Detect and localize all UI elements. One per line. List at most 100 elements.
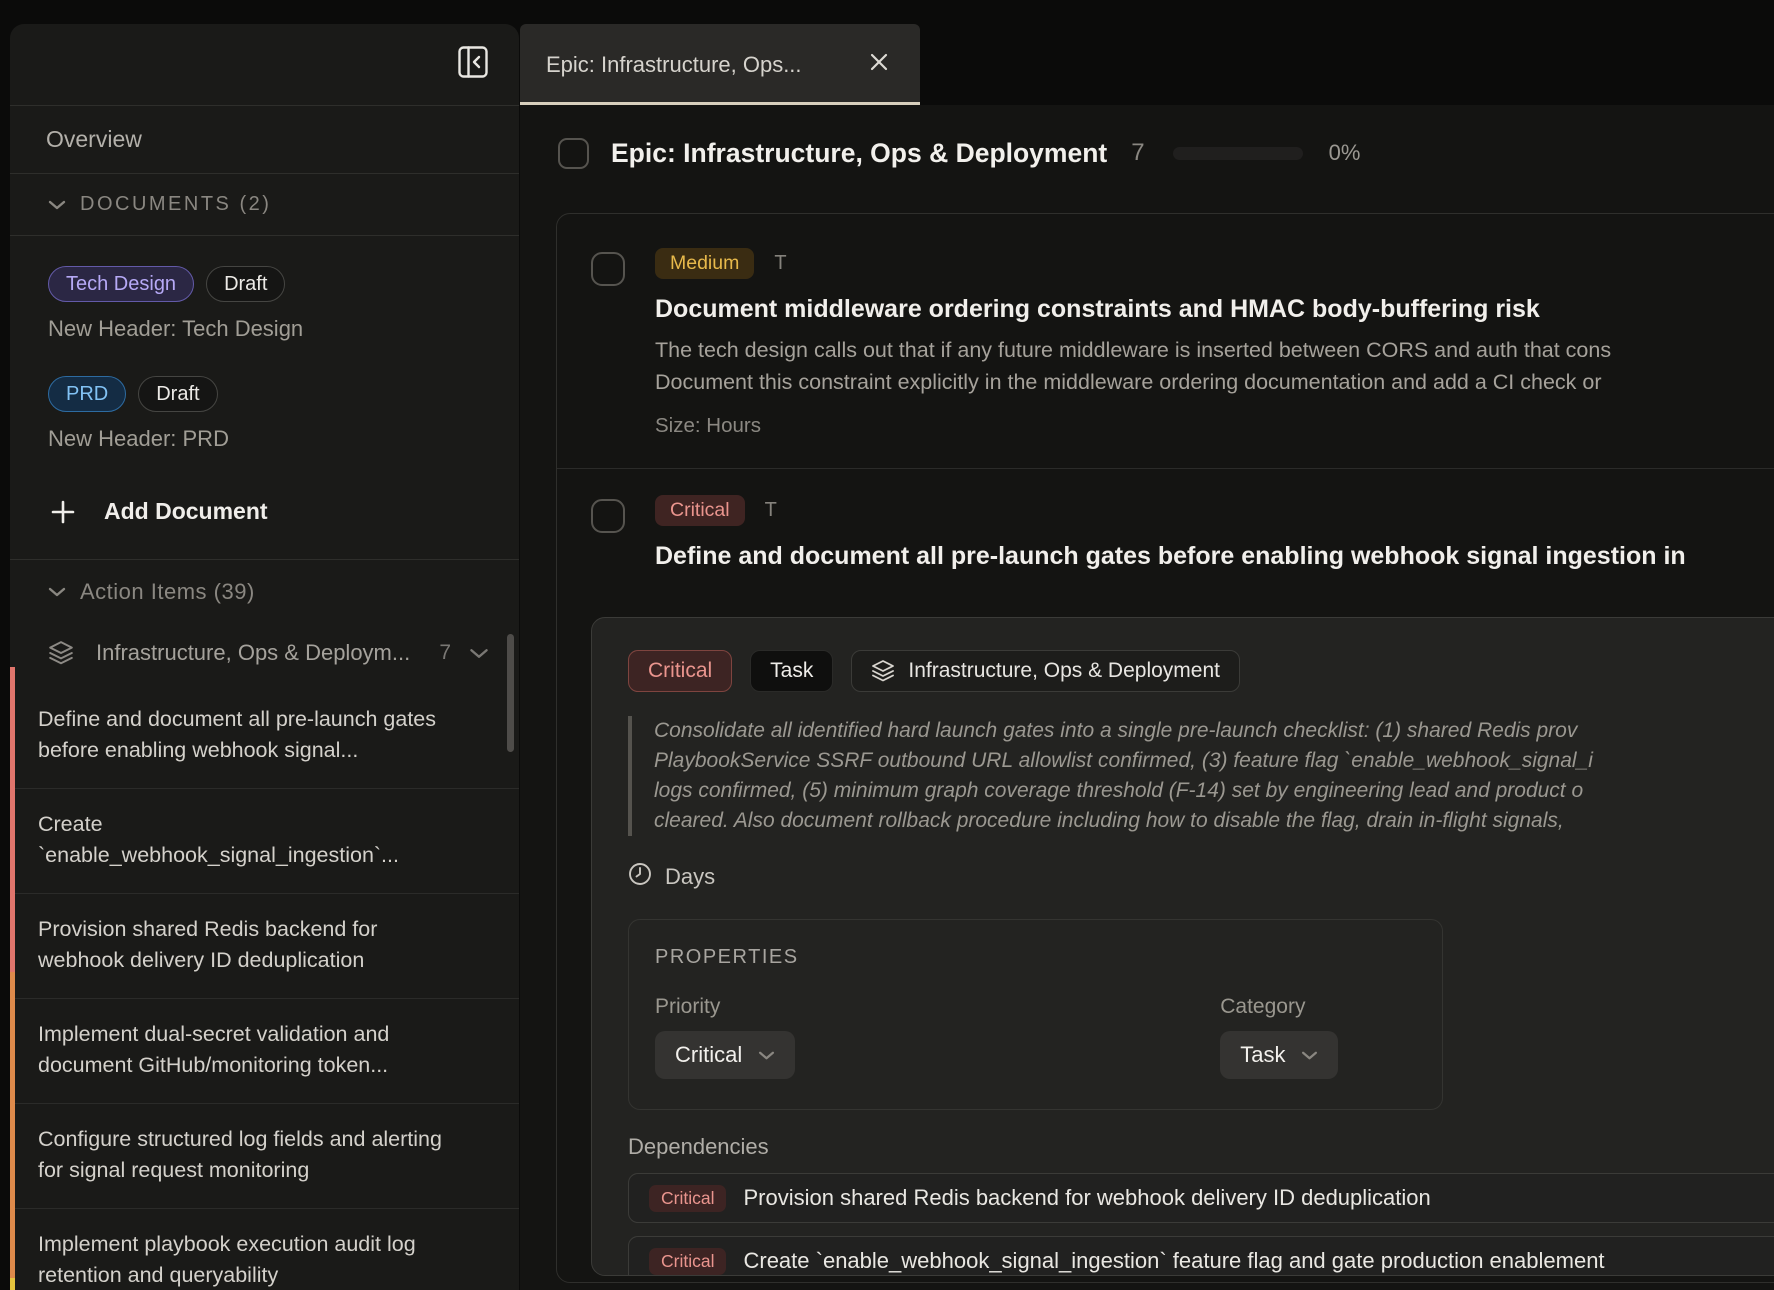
- detail-type-badge[interactable]: Task: [750, 650, 833, 692]
- epic-task-count: 7: [1131, 139, 1144, 167]
- action-item[interactable]: Implement playbook execution audit log r…: [10, 1209, 519, 1290]
- sidebar: Overview DOCUMENTS (2) Tech Design Draft…: [10, 24, 519, 1290]
- quote-line: Consolidate all identified hard launch g…: [654, 716, 1774, 746]
- documents-section-label: DOCUMENTS (2): [80, 193, 271, 216]
- dependency-item[interactable]: Critical Provision shared Redis backend …: [628, 1173, 1774, 1223]
- action-item[interactable]: Provision shared Redis backend for webho…: [10, 894, 519, 999]
- action-item[interactable]: Configure structured log fields and aler…: [10, 1104, 519, 1209]
- task-title[interactable]: Document middleware ordering constraints…: [655, 295, 1611, 324]
- layers-icon: [48, 640, 74, 666]
- task-description-line: Document this constraint explicitly in t…: [655, 366, 1611, 398]
- layers-icon: [871, 659, 895, 683]
- category-dropdown-value: Task: [1240, 1042, 1285, 1068]
- epic-progress-bar: [1173, 147, 1303, 160]
- action-item-title: Implement playbook execution audit log r…: [38, 1229, 448, 1290]
- epic-progress-percent: 0%: [1329, 140, 1361, 166]
- task-checkbox[interactable]: [591, 252, 625, 286]
- priority-strip-medium: [10, 1278, 15, 1290]
- task-card[interactable]: Medium T Document middleware ordering co…: [557, 214, 1774, 468]
- action-item-title: Define and document all pre-launch gates…: [38, 704, 448, 766]
- sidebar-header: [10, 24, 519, 106]
- priority-strip-column: [10, 667, 15, 1290]
- action-items-section-header[interactable]: Action Items (39): [10, 560, 519, 624]
- priority-dropdown-value: Critical: [675, 1042, 742, 1068]
- tab-epic[interactable]: Epic: Infrastructure, Ops...: [520, 24, 920, 105]
- detail-epic-badge[interactable]: Infrastructure, Ops & Deployment: [851, 650, 1240, 692]
- epic-group-count: 7: [439, 641, 451, 665]
- priority-dropdown[interactable]: Critical: [655, 1031, 795, 1079]
- properties-header: PROPERTIES: [655, 946, 1416, 969]
- epic-header: Epic: Infrastructure, Ops & Deployment 7…: [558, 131, 1774, 175]
- doc-title[interactable]: New Header: PRD: [48, 426, 483, 452]
- main-content: Epic: Infrastructure, Ops & Deployment 7…: [520, 105, 1774, 1290]
- epic-title: Epic: Infrastructure, Ops & Deployment: [611, 138, 1107, 169]
- chevron-down-icon: [48, 586, 66, 598]
- action-item[interactable]: Implement dual-secret validation and doc…: [10, 999, 519, 1104]
- clock-icon: [628, 862, 652, 891]
- properties-box: PROPERTIES Priority Critical: [628, 919, 1443, 1110]
- doc-type-badge: PRD: [48, 376, 126, 412]
- dependency-title: Create `enable_webhook_signal_ingestion`…: [743, 1248, 1604, 1274]
- category-dropdown[interactable]: Task: [1220, 1031, 1338, 1079]
- collapse-sidebar-icon: [458, 46, 488, 83]
- priority-badge: Critical: [655, 495, 745, 526]
- task-detail-panel: Critical Task Infrastructure, Ops & Depl…: [591, 617, 1774, 1276]
- collapse-sidebar-button[interactable]: [457, 48, 489, 80]
- close-icon: [868, 51, 890, 78]
- quote-line: cleared. Also document rollback procedur…: [654, 806, 1774, 836]
- task-type-letter: T: [765, 499, 777, 522]
- dependency-title: Provision shared Redis backend for webho…: [743, 1185, 1430, 1211]
- action-item-title: Provision shared Redis backend for webho…: [38, 914, 448, 976]
- detail-priority-badge[interactable]: Critical: [628, 650, 732, 692]
- dependency-priority-badge: Critical: [649, 1185, 726, 1212]
- task-card[interactable]: Critical T Define and document all pre-l…: [557, 469, 1774, 617]
- add-document-button[interactable]: Add Document: [48, 486, 483, 553]
- epic-group-label: Infrastructure, Ops & Deploym...: [96, 640, 410, 666]
- tab-title: Epic: Infrastructure, Ops...: [546, 52, 802, 78]
- doc-status-badge: Draft: [206, 266, 285, 302]
- document-item[interactable]: PRD Draft New Header: PRD: [48, 376, 483, 452]
- category-property-label: Category: [1220, 995, 1338, 1019]
- sidebar-item-overview[interactable]: Overview: [10, 106, 519, 174]
- quote-line: PlaybookService SSRF outbound URL allowl…: [654, 746, 1774, 776]
- action-item-title: Configure structured log fields and aler…: [38, 1124, 448, 1186]
- chevron-down-icon: [1301, 1050, 1318, 1061]
- close-tab-button[interactable]: [864, 47, 894, 82]
- priority-property-label: Priority: [655, 995, 795, 1019]
- epic-group-row[interactable]: Infrastructure, Ops & Deploym... 7: [10, 624, 519, 684]
- documents-list: Tech Design Draft New Header: Tech Desig…: [10, 236, 519, 560]
- action-item[interactable]: Define and document all pre-launch gates…: [10, 684, 519, 789]
- task-checkbox[interactable]: [591, 499, 625, 533]
- dependency-item[interactable]: Critical Create `enable_webhook_signal_i…: [628, 1236, 1774, 1276]
- detail-epic-badge-label: Infrastructure, Ops & Deployment: [908, 659, 1220, 683]
- doc-type-badge: Tech Design: [48, 266, 194, 302]
- app-window: Overview DOCUMENTS (2) Tech Design Draft…: [0, 0, 1774, 1290]
- plus-icon: [50, 499, 76, 525]
- documents-section-header[interactable]: DOCUMENTS (2): [10, 174, 519, 236]
- effort-label: Days: [665, 864, 715, 890]
- add-document-label: Add Document: [104, 498, 268, 525]
- effort-row: Days: [628, 862, 1774, 891]
- task-list: Medium T Document middleware ordering co…: [556, 213, 1774, 1283]
- epic-checkbox[interactable]: [558, 138, 589, 169]
- chevron-down-icon: [758, 1050, 775, 1061]
- action-item[interactable]: Create `enable_webhook_signal_ingestion`…: [10, 789, 519, 894]
- task-title[interactable]: Define and document all pre-launch gates…: [655, 542, 1686, 571]
- action-items-section-label: Action Items (39): [80, 579, 255, 605]
- quote-line: logs confirmed, (5) minimum graph covera…: [654, 776, 1774, 806]
- task-type-letter: T: [774, 252, 786, 275]
- task-size: Size: Hours: [655, 414, 1611, 438]
- action-item-title: Create `enable_webhook_signal_ingestion`…: [38, 809, 448, 871]
- task-description-quote: Consolidate all identified hard launch g…: [628, 716, 1774, 836]
- document-item[interactable]: Tech Design Draft New Header: Tech Desig…: [48, 266, 483, 342]
- priority-badge: Medium: [655, 248, 754, 279]
- priority-strip-critical: [10, 667, 15, 972]
- doc-title[interactable]: New Header: Tech Design: [48, 316, 483, 342]
- sidebar-scrollbar[interactable]: [507, 634, 514, 752]
- action-item-title: Implement dual-secret validation and doc…: [38, 1019, 448, 1081]
- priority-strip-high: [10, 972, 15, 1278]
- dependency-priority-badge: Critical: [649, 1248, 726, 1275]
- chevron-down-icon[interactable]: [469, 647, 489, 660]
- chevron-down-icon: [48, 199, 66, 211]
- task-description-line: The tech design calls out that if any fu…: [655, 334, 1611, 366]
